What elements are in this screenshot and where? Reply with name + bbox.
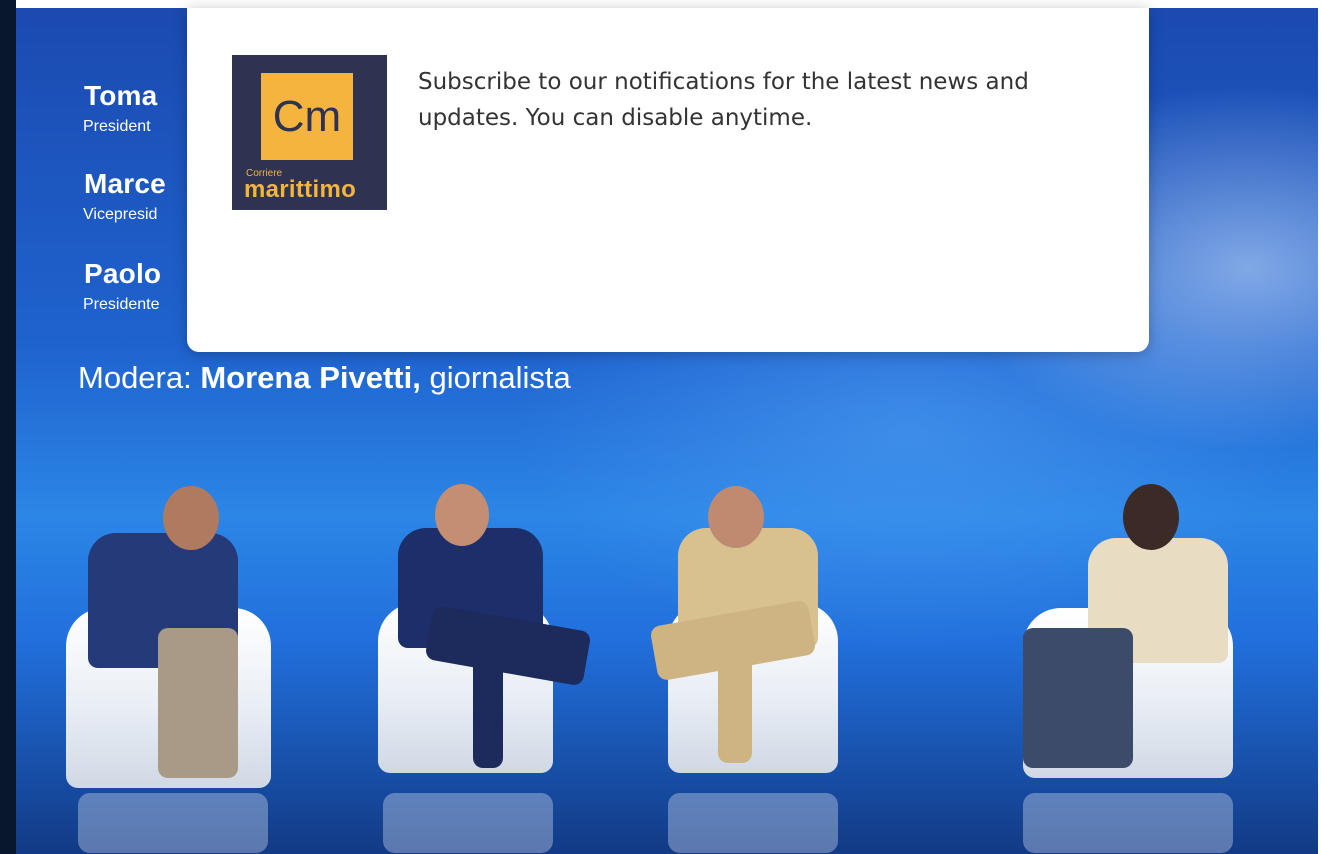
panelist-2 — [373, 478, 603, 798]
moderator-name: Morena Pivetti, — [200, 360, 421, 395]
photo-edge — [0, 0, 16, 854]
logo-initials: Cm — [272, 92, 342, 141]
speaker-role-1: President — [83, 118, 151, 135]
speaker-role-3: Presidente — [83, 296, 160, 313]
corriere-marittimo-logo: Cm Corriere marittimo — [232, 55, 387, 210]
speaker-name-2: Marce — [84, 168, 166, 199]
logo-big-text: marittimo — [244, 176, 357, 203]
page: Toma President Marce Vicepresid Paolo Pr… — [0, 0, 1321, 854]
moderator-suffix: giornalista — [429, 360, 571, 395]
logo-square: Cm — [261, 73, 353, 160]
speaker-role-2: Vicepresid — [83, 206, 158, 223]
speaker-name-1: Toma — [84, 80, 158, 111]
moderator-line: Modera: Morena Pivetti, giornalista — [78, 360, 571, 396]
speaker-name-3: Paolo — [84, 258, 162, 289]
panelist-4 — [993, 478, 1253, 798]
panelist-3 — [633, 478, 863, 798]
moderator-prefix: Modera: — [78, 360, 192, 395]
notification-prompt: Cm Corriere marittimo Subscribe to our n… — [187, 8, 1149, 352]
panelist-1 — [58, 478, 288, 798]
notification-message: Subscribe to our notifications for the l… — [418, 69, 1029, 131]
